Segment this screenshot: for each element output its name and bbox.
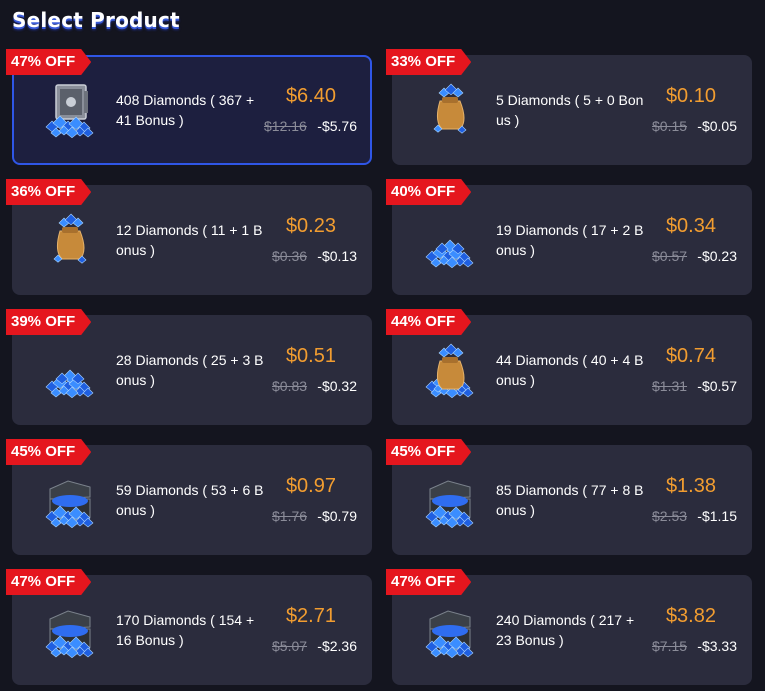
diamond-chest-icon — [38, 597, 102, 661]
product-price: $1.38 — [665, 475, 716, 497]
product-price: $2.71 — [285, 605, 336, 627]
product-card[interactable]: 44% OFF 44 Diamonds ( 40 + 4 Bonus ) $0.… — [392, 315, 752, 425]
product-price: $3.82 — [665, 605, 716, 627]
product-name: 28 Diamonds ( 25 + 3 Bonus ) — [116, 352, 264, 388]
original-price: $7.15 — [652, 638, 688, 654]
diamond-pile-icon — [418, 207, 482, 271]
savings-amount: -$0.79 — [317, 508, 357, 524]
product-card[interactable]: 47% OFF 408 Diamonds ( 367 + 41 Bonus ) … — [12, 55, 372, 165]
diamond-bag-icon — [38, 207, 102, 271]
original-price: $2.53 — [652, 508, 688, 524]
product-price: $0.97 — [285, 475, 336, 497]
savings-amount: -$3.33 — [697, 638, 737, 654]
product-card[interactable]: 36% OFF 12 Diamonds ( 11 + 1 Bonus ) $0.… — [12, 185, 372, 295]
product-name: 12 Diamonds ( 11 + 1 Bonus ) — [116, 222, 263, 258]
diamond-chest-icon — [38, 467, 102, 531]
discount-badge: 33% OFF — [386, 49, 471, 75]
original-price: $12.16 — [264, 118, 307, 134]
diamond-bag-pile-icon — [418, 337, 482, 401]
original-price: $1.31 — [652, 378, 688, 394]
product-card[interactable]: 47% OFF 170 Diamonds ( 154 + 16 Bonus ) … — [12, 575, 372, 685]
discount-badge: 36% OFF — [6, 179, 91, 205]
product-price: $0.10 — [665, 85, 716, 107]
diamond-chest-icon — [418, 597, 482, 661]
savings-amount: -$0.13 — [317, 248, 357, 264]
product-card[interactable]: 39% OFF 28 Diamonds ( 25 + 3 Bonus ) $0.… — [12, 315, 372, 425]
savings-amount: -$0.57 — [697, 378, 737, 394]
page-title: Select Product — [12, 8, 180, 32]
product-card[interactable]: 45% OFF 59 Diamonds ( 53 + 6 Bonus ) $0.… — [12, 445, 372, 555]
product-name: 170 Diamonds ( 154 + 16 Bonus ) — [116, 612, 255, 648]
discount-badge: 45% OFF — [386, 439, 471, 465]
product-price: $0.23 — [285, 215, 336, 237]
diamond-chest-icon — [418, 467, 482, 531]
product-name: 59 Diamonds ( 53 + 6 Bonus ) — [116, 482, 264, 518]
discount-badge: 45% OFF — [6, 439, 91, 465]
product-name: 240 Diamonds ( 217 + 23 Bonus ) — [496, 612, 635, 648]
product-name: 85 Diamonds ( 77 + 8 Bonus ) — [496, 482, 644, 518]
product-name: 19 Diamonds ( 17 + 2 Bonus ) — [496, 222, 644, 258]
diamond-pile-icon — [38, 337, 102, 401]
original-price: $1.76 — [272, 508, 308, 524]
product-card[interactable]: 40% OFF 19 Diamonds ( 17 + 2 Bonus ) $0.… — [392, 185, 752, 295]
product-card[interactable]: 47% OFF 240 Diamonds ( 217 + 23 Bonus ) … — [392, 575, 752, 685]
savings-amount: -$0.23 — [697, 248, 737, 264]
diamond-bag-icon — [418, 77, 482, 141]
product-price: $0.74 — [665, 345, 716, 367]
original-price: $0.15 — [652, 118, 688, 134]
product-price: $0.51 — [285, 345, 336, 367]
product-price: $0.34 — [665, 215, 716, 237]
original-price: $0.57 — [652, 248, 688, 264]
discount-badge: 39% OFF — [6, 309, 91, 335]
product-name: 408 Diamonds ( 367 + 41 Bonus ) — [116, 92, 255, 128]
savings-amount: -$0.32 — [317, 378, 357, 394]
product-name: 5 Diamonds ( 5 + 0 Bonus ) — [496, 92, 644, 128]
diamond-safe-icon — [38, 77, 102, 141]
savings-amount: -$1.15 — [697, 508, 737, 524]
original-price: $0.83 — [272, 378, 308, 394]
discount-badge: 47% OFF — [386, 569, 471, 595]
savings-amount: -$2.36 — [317, 638, 357, 654]
savings-amount: -$5.76 — [317, 118, 357, 134]
product-name: 44 Diamonds ( 40 + 4 Bonus ) — [496, 352, 644, 388]
discount-badge: 47% OFF — [6, 569, 91, 595]
discount-badge: 47% OFF — [6, 49, 91, 75]
savings-amount: -$0.05 — [697, 118, 737, 134]
discount-badge: 40% OFF — [386, 179, 471, 205]
product-price: $6.40 — [285, 85, 336, 107]
product-card[interactable]: 33% OFF 5 Diamonds ( 5 + 0 Bonus ) $0.10… — [392, 55, 752, 165]
discount-badge: 44% OFF — [386, 309, 471, 335]
product-card[interactable]: 45% OFF 85 Diamonds ( 77 + 8 Bonus ) $1.… — [392, 445, 752, 555]
original-price: $5.07 — [272, 638, 308, 654]
original-price: $0.36 — [272, 248, 308, 264]
